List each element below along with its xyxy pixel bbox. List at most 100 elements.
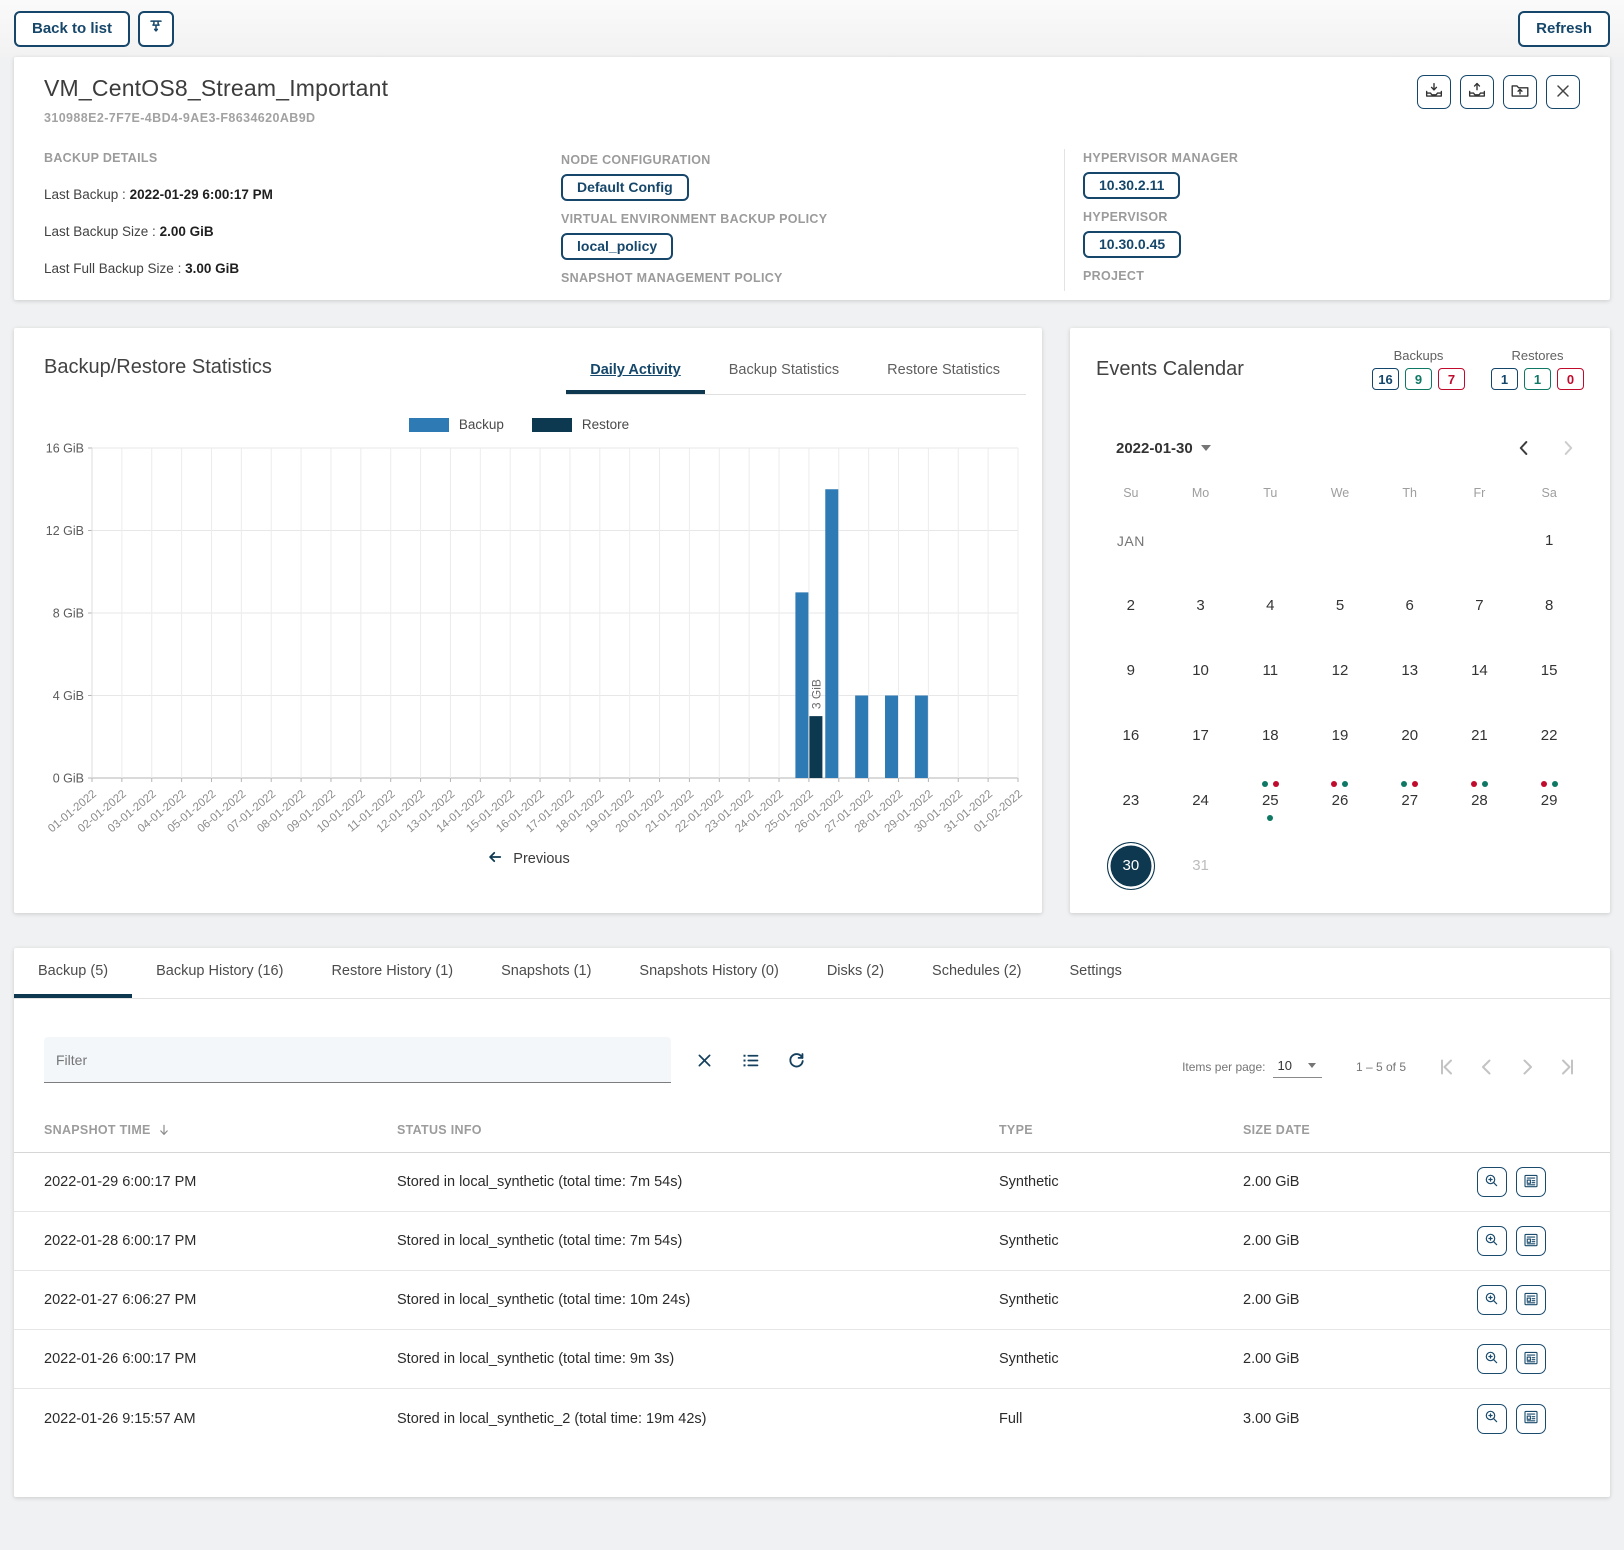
node-config-chip[interactable]: Default Config bbox=[561, 174, 689, 201]
calendar-day-14[interactable]: 14 bbox=[1445, 638, 1515, 703]
next-page-button[interactable] bbox=[1514, 1054, 1540, 1080]
calendar-day-13[interactable]: 13 bbox=[1375, 638, 1445, 703]
event-dot-green bbox=[1401, 781, 1407, 787]
mount-preview-button[interactable] bbox=[1477, 1285, 1507, 1315]
calendar-day-23[interactable]: 23 bbox=[1096, 768, 1166, 833]
event-dot-green bbox=[1482, 781, 1488, 787]
calendar-day-15[interactable]: 15 bbox=[1514, 638, 1584, 703]
bar-backup bbox=[855, 696, 868, 779]
backup-details-button[interactable] bbox=[1516, 1344, 1546, 1374]
backups-count-red: 7 bbox=[1438, 368, 1465, 390]
calendar-day-8[interactable]: 8 bbox=[1514, 573, 1584, 638]
calendar-day-26[interactable]: 26 bbox=[1305, 768, 1375, 833]
weekday-fr: Fr bbox=[1445, 486, 1515, 500]
vm-detail-card: VM_CentOS8_Stream_Important 310988E2-7F7… bbox=[14, 57, 1610, 300]
event-dot-green bbox=[1262, 781, 1268, 787]
calendar-next-button[interactable] bbox=[1556, 436, 1580, 460]
calendar-day-12[interactable]: 12 bbox=[1305, 638, 1375, 703]
backup-policy-chip[interactable]: local_policy bbox=[561, 233, 673, 260]
refresh-button[interactable]: Refresh bbox=[1518, 11, 1610, 47]
calendar-day-2[interactable]: 2 bbox=[1096, 573, 1166, 638]
calendar-day-28[interactable]: 28 bbox=[1445, 768, 1515, 833]
mount-preview-button[interactable] bbox=[1477, 1344, 1507, 1374]
tab-backup-5[interactable]: Backup (5) bbox=[14, 948, 132, 998]
calendar-day-24[interactable]: 24 bbox=[1166, 768, 1236, 833]
event-dot-red bbox=[1412, 781, 1418, 787]
mount-preview-button[interactable] bbox=[1477, 1404, 1507, 1434]
column-header-snapshot-time[interactable]: SNAPSHOT TIME bbox=[44, 1123, 397, 1137]
calendar-empty-cell bbox=[1305, 508, 1375, 573]
tab-backup-history-16[interactable]: Backup History (16) bbox=[132, 948, 307, 998]
calendar-day-31[interactable]: 31 bbox=[1166, 833, 1236, 898]
calendar-day-21[interactable]: 21 bbox=[1445, 703, 1515, 768]
calendar-day-29[interactable]: 29 bbox=[1514, 768, 1584, 833]
cell-status-info: Stored in local_synthetic (total time: 1… bbox=[397, 1292, 999, 1308]
calendar-day-30[interactable]: 30 bbox=[1096, 833, 1166, 898]
filter-input[interactable] bbox=[44, 1037, 671, 1082]
calendar-day-27[interactable]: 27 bbox=[1375, 768, 1445, 833]
previous-page-button[interactable] bbox=[1474, 1054, 1500, 1080]
reload-table-button[interactable] bbox=[783, 1047, 809, 1073]
previous-button[interactable]: Previous bbox=[30, 848, 1026, 870]
legend-swatch-restore bbox=[532, 418, 572, 432]
calendar-day-4[interactable]: 4 bbox=[1235, 573, 1305, 638]
items-per-page-select[interactable]: 10 bbox=[1273, 1056, 1321, 1078]
column-header-status-info[interactable]: STATUS INFO bbox=[397, 1123, 999, 1137]
calendar-day-18[interactable]: 18 bbox=[1235, 703, 1305, 768]
cell-status-info: Stored in local_synthetic_2 (total time:… bbox=[397, 1411, 999, 1427]
calendar-day-5[interactable]: 5 bbox=[1305, 573, 1375, 638]
close-button[interactable] bbox=[1546, 75, 1580, 109]
tab-snapshots-history-0[interactable]: Snapshots History (0) bbox=[615, 948, 802, 998]
hypervisor-manager-chip[interactable]: 10.30.2.11 bbox=[1083, 172, 1180, 199]
tab-restore-history-1[interactable]: Restore History (1) bbox=[307, 948, 477, 998]
calendar-day-19[interactable]: 19 bbox=[1305, 703, 1375, 768]
backup-details-button[interactable] bbox=[1516, 1226, 1546, 1256]
hypervisor-chip[interactable]: 10.30.0.45 bbox=[1083, 231, 1181, 258]
tab-disks-2[interactable]: Disks (2) bbox=[803, 948, 908, 998]
svg-text:0 GiB: 0 GiB bbox=[53, 772, 84, 786]
calendar-day-9[interactable]: 9 bbox=[1096, 638, 1166, 703]
last-page-button[interactable] bbox=[1554, 1054, 1580, 1080]
cell-snapshot-time: 2022-01-27 6:06:27 PM bbox=[44, 1292, 397, 1308]
restore-button[interactable] bbox=[1460, 75, 1494, 109]
mount-preview-button[interactable] bbox=[1477, 1167, 1507, 1197]
sort-desc-icon[interactable] bbox=[157, 1123, 171, 1137]
calendar-day-3[interactable]: 3 bbox=[1166, 573, 1236, 638]
backup-details-button[interactable] bbox=[1516, 1404, 1546, 1434]
mount-preview-button[interactable] bbox=[1477, 1226, 1507, 1256]
calendar-prev-button[interactable] bbox=[1512, 436, 1536, 460]
column-header-type[interactable]: TYPE bbox=[999, 1123, 1243, 1137]
calendar-day-17[interactable]: 17 bbox=[1166, 703, 1236, 768]
calendar-day-10[interactable]: 10 bbox=[1166, 638, 1236, 703]
calendar-day-25[interactable]: 25 bbox=[1235, 768, 1305, 833]
column-header-size-date[interactable]: SIZE DATE bbox=[1243, 1123, 1433, 1137]
tab-settings[interactable]: Settings bbox=[1046, 948, 1146, 998]
table-row: 2022-01-28 6:00:17 PM Stored in local_sy… bbox=[14, 1212, 1610, 1271]
backup-details-button[interactable] bbox=[1516, 1285, 1546, 1315]
export-button[interactable] bbox=[1503, 75, 1537, 109]
table-row: 2022-01-26 6:00:17 PM Stored in local_sy… bbox=[14, 1330, 1610, 1389]
backup-details-button[interactable] bbox=[1516, 1167, 1546, 1197]
calendar-date-select[interactable]: 2022-01-30 bbox=[1116, 440, 1211, 457]
tab-snapshots-1[interactable]: Snapshots (1) bbox=[477, 948, 615, 998]
calendar-day-11[interactable]: 11 bbox=[1235, 638, 1305, 703]
tab-backup-statistics[interactable]: Backup Statistics bbox=[705, 348, 863, 394]
report-icon bbox=[1522, 1172, 1540, 1193]
calendar-day-7[interactable]: 7 bbox=[1445, 573, 1515, 638]
backup-now-button[interactable] bbox=[1417, 75, 1451, 109]
tab-schedules-2[interactable]: Schedules (2) bbox=[908, 948, 1045, 998]
tab-restore-statistics[interactable]: Restore Statistics bbox=[863, 348, 1024, 394]
tab-daily-activity[interactable]: Daily Activity bbox=[566, 348, 705, 394]
clear-filter-button[interactable] bbox=[691, 1047, 717, 1073]
calendar-day-20[interactable]: 20 bbox=[1375, 703, 1445, 768]
back-to-list-button[interactable]: Back to list bbox=[14, 11, 130, 47]
calendar-day-6[interactable]: 6 bbox=[1375, 573, 1445, 638]
calendar-day-16[interactable]: 16 bbox=[1096, 703, 1166, 768]
pin-button[interactable] bbox=[138, 11, 174, 47]
first-page-button[interactable] bbox=[1434, 1054, 1460, 1080]
event-dot-red bbox=[1471, 781, 1477, 787]
column-options-button[interactable] bbox=[737, 1047, 763, 1073]
calendar-day-22[interactable]: 22 bbox=[1514, 703, 1584, 768]
calendar-day-1[interactable]: 1 bbox=[1514, 508, 1584, 573]
restores-count-red: 0 bbox=[1557, 368, 1584, 390]
